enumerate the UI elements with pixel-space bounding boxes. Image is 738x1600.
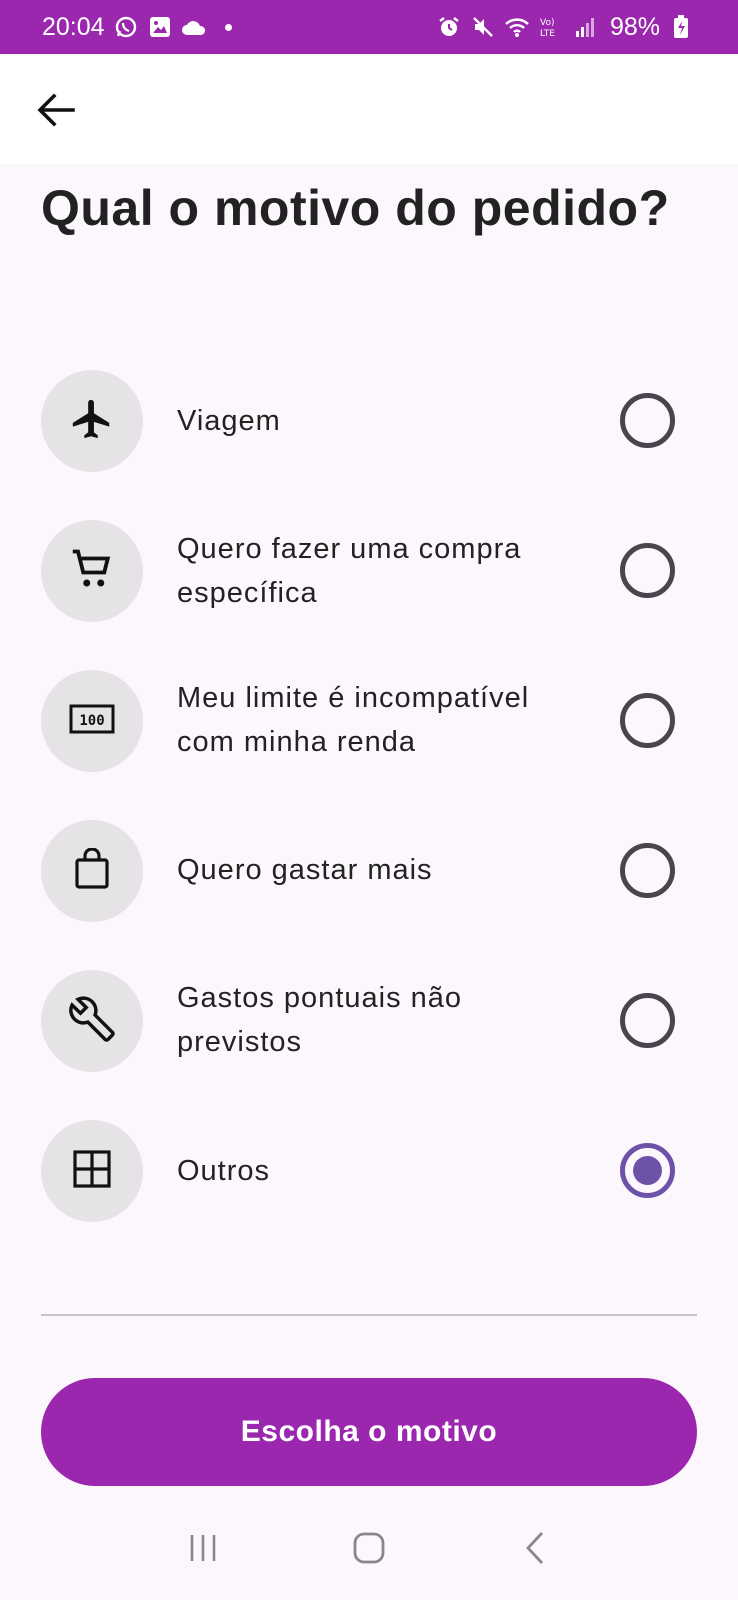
radio-button[interactable] xyxy=(620,393,675,448)
option-gastar-mais[interactable]: Quero gastar mais xyxy=(0,818,738,968)
option-label: Gastos pontuais não previstos xyxy=(177,982,463,1058)
radio-button[interactable] xyxy=(620,993,675,1048)
system-back-button[interactable] xyxy=(505,1520,565,1580)
whatsapp-icon xyxy=(113,14,139,40)
page-title: Qual o motivo do pedido? xyxy=(41,180,670,236)
svg-text:Vo): Vo) xyxy=(540,18,554,28)
money-100-icon: 100 xyxy=(69,704,115,739)
alarm-icon xyxy=(436,14,462,40)
battery-charging-icon xyxy=(668,14,694,40)
status-bar-right: Vo) LTE 98% xyxy=(436,13,694,42)
status-time: 20:04 xyxy=(42,12,105,41)
option-icon-container xyxy=(41,520,143,622)
shopping-bag-icon xyxy=(74,846,110,895)
radio-selected-dot xyxy=(633,1156,662,1185)
option-limite-incompativel[interactable]: 100 Meu limite é incompatível com minha … xyxy=(0,668,738,818)
option-icon-container xyxy=(41,370,143,472)
option-label: Meu limite é incompatível com minha rend… xyxy=(177,682,530,758)
home-icon xyxy=(352,1531,386,1570)
notification-dot xyxy=(224,23,232,31)
battery-percentage: 98% xyxy=(609,12,660,41)
system-nav-bar xyxy=(0,1500,738,1600)
mute-icon xyxy=(470,14,496,40)
option-icon-container xyxy=(41,1120,143,1222)
option-label: Quero gastar mais xyxy=(177,854,433,886)
option-gastos-pontuais[interactable]: Gastos pontuais não previstos xyxy=(0,968,738,1118)
svg-text:LTE: LTE xyxy=(540,29,555,39)
wifi-icon xyxy=(504,14,530,40)
svg-text:100: 100 xyxy=(79,713,104,729)
volte-icon: Vo) LTE xyxy=(538,14,564,40)
option-compra-especifica[interactable]: Quero fazer uma compra específica xyxy=(0,518,738,668)
back-icon xyxy=(522,1530,548,1571)
option-icon-container xyxy=(41,970,143,1072)
airplane-icon xyxy=(69,396,115,447)
recents-icon xyxy=(186,1531,220,1570)
radio-button[interactable] xyxy=(620,843,675,898)
arrow-left-icon xyxy=(37,92,75,132)
option-icon-container xyxy=(41,820,143,922)
option-label: Quero fazer uma compra específica xyxy=(177,533,522,609)
divider xyxy=(41,1314,697,1316)
app-header xyxy=(0,54,738,164)
grid-icon xyxy=(73,1149,111,1193)
status-bar-left: 20:04 xyxy=(42,13,232,42)
reason-options-list: Viagem Quero fazer uma compra específica… xyxy=(0,368,738,1268)
home-button[interactable] xyxy=(339,1520,399,1580)
option-label: Viagem xyxy=(177,405,281,437)
shopping-cart-icon xyxy=(71,548,113,595)
wrench-icon xyxy=(69,995,115,1047)
option-label: Outros xyxy=(177,1155,271,1187)
choose-reason-button[interactable]: Escolha o motivo xyxy=(41,1378,697,1486)
gallery-icon xyxy=(147,14,173,40)
recents-button[interactable] xyxy=(173,1520,233,1580)
option-viagem[interactable]: Viagem xyxy=(0,368,738,518)
radio-button-selected[interactable] xyxy=(620,1143,675,1198)
status-bar: 20:04 Vo) LTE 98% xyxy=(0,0,738,54)
signal-icon xyxy=(572,14,598,40)
option-icon-container: 100 xyxy=(41,670,143,772)
radio-button[interactable] xyxy=(620,543,675,598)
back-button[interactable] xyxy=(34,90,78,134)
option-outros[interactable]: Outros xyxy=(0,1118,738,1268)
cloud-icon xyxy=(181,14,207,40)
radio-button[interactable] xyxy=(620,693,675,748)
